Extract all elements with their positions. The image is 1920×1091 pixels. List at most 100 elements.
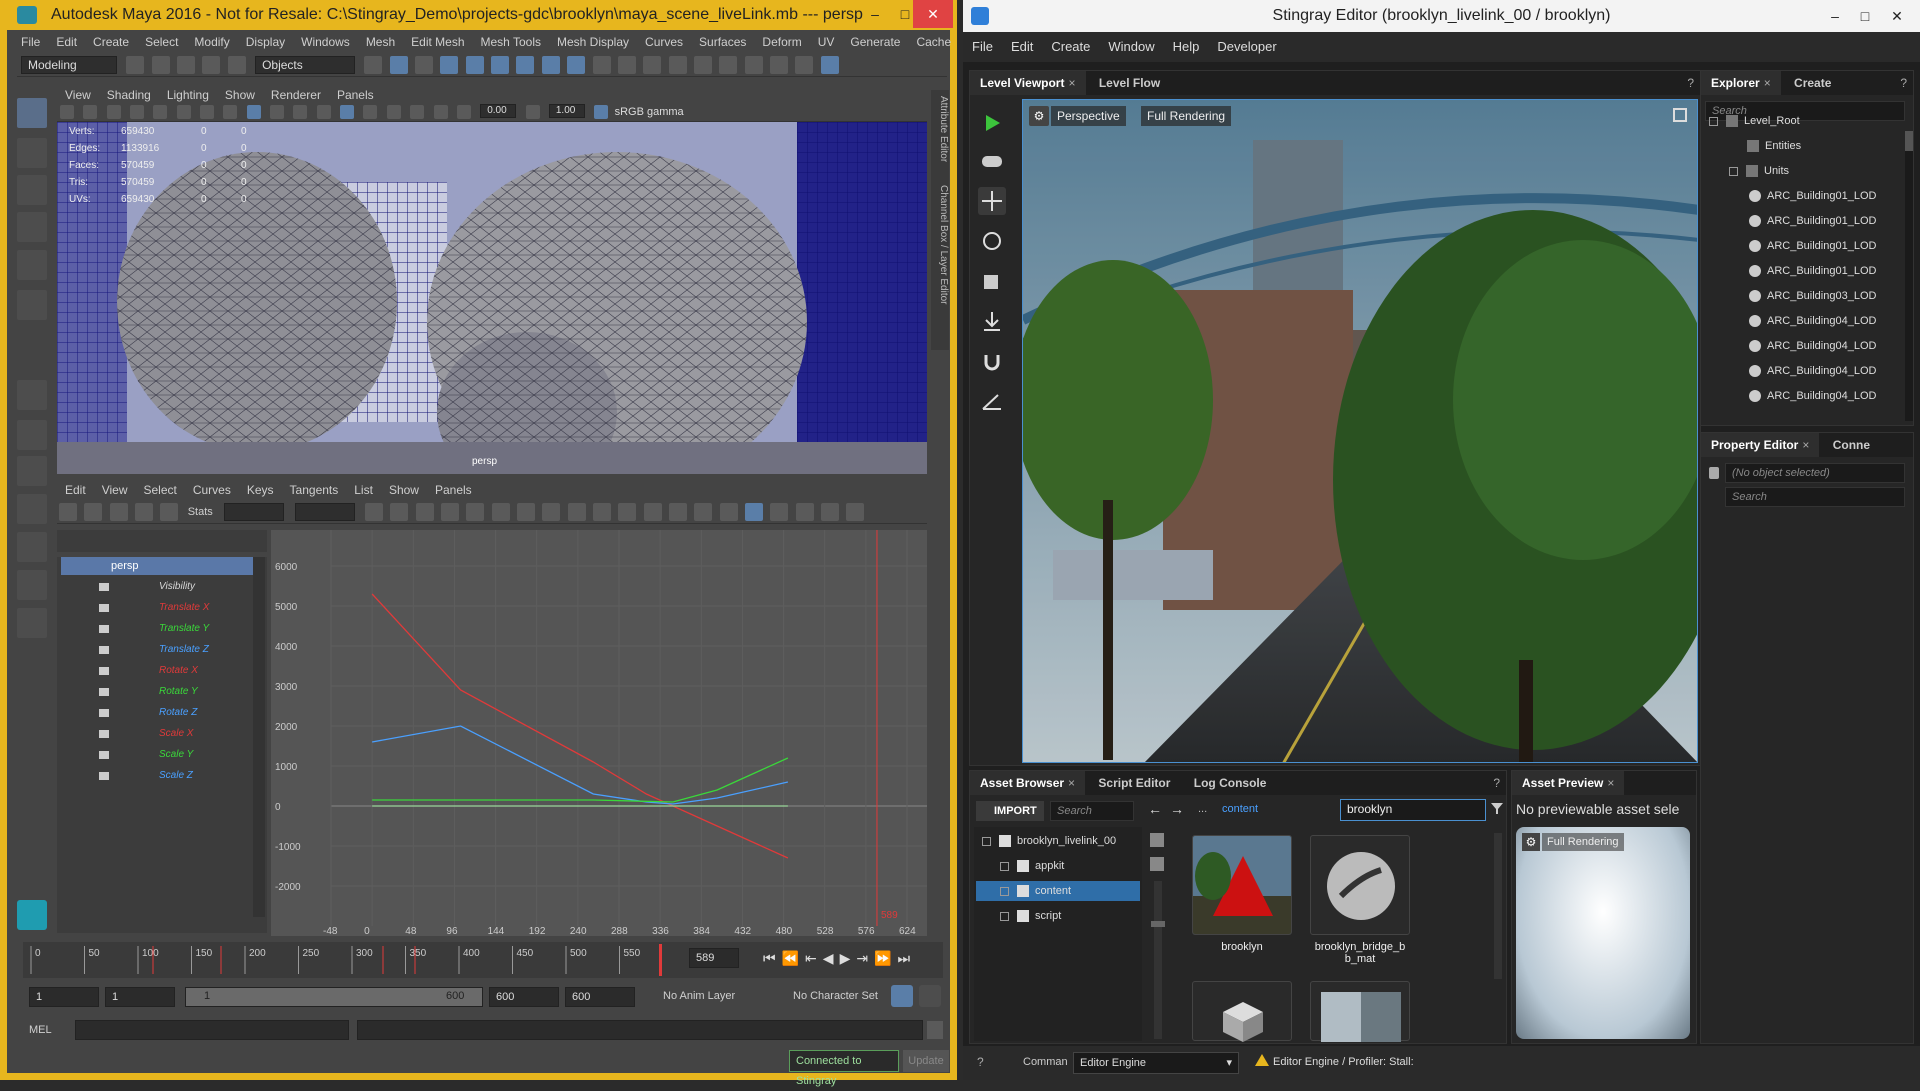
save-scene-icon[interactable] [177,56,196,74]
menu-create[interactable]: Create [85,32,137,52]
channel-box-toggle-icon[interactable] [795,56,814,74]
start-time-field[interactable]: 1 [29,987,99,1007]
unify-tangent-icon[interactable] [668,503,687,521]
menu-file[interactable]: File [13,32,48,52]
region-tool-icon[interactable] [135,503,154,521]
viewport-settings-icon[interactable]: ⚙ [1029,106,1049,126]
go-to-end-icon[interactable]: ⏭ [898,950,917,966]
tree-item[interactable]: ARC_Building04_LOD [1749,311,1876,331]
maya-3d-viewport[interactable]: Verts: 659430 0 0 Edges: 1133916 0 0 Faces: 57045… [57,122,927,474]
snap-down-icon[interactable] [978,307,1006,335]
film-gate-icon[interactable] [176,105,191,119]
tree-item[interactable]: ARC_Building01_LOD [1749,186,1876,206]
graph-menu-edit[interactable]: Edit [57,480,94,500]
menu-select[interactable]: Select [137,32,186,52]
play-icon[interactable] [978,109,1006,137]
asset-thumb-bridge-mat[interactable] [1310,835,1410,935]
time-slider[interactable]: 0 50 100 150 200 250 300 350 400 450 500 550 589 ⏮⏪… [23,942,943,978]
outliner-scrollbar[interactable] [253,557,265,917]
st-minimize-button[interactable]: – [1819,2,1851,30]
new-folder-icon[interactable] [1150,833,1164,847]
gamma-field[interactable]: 1.00 [548,104,585,118]
dope-sheet-icon[interactable] [821,503,840,521]
preview-render-mode[interactable]: Full Rendering [1542,833,1624,851]
graph-menu-show[interactable]: Show [381,480,427,500]
grid-toggle-icon[interactable] [153,105,168,119]
menu-surfaces[interactable]: Surfaces [691,32,754,52]
status-help-icon[interactable]: ? [977,1055,984,1069]
rotate-icon[interactable] [978,227,1006,255]
tree-item[interactable]: Entities [1729,136,1801,156]
menu-edit-mesh[interactable]: Edit Mesh [403,32,472,52]
layout-outliner-icon[interactable] [17,532,47,562]
forward-icon[interactable]: → [1170,801,1184,817]
refresh-icon[interactable] [1150,857,1164,871]
step-forward-key-icon[interactable]: ⏩ [874,950,897,966]
layout-stack-icon[interactable] [17,494,47,524]
attribute-item[interactable]: Translate Z [57,640,253,660]
menu-generate[interactable]: Generate [842,32,908,52]
select-move-icon[interactable] [978,187,1006,215]
attribute-item[interactable]: Translate Y [57,619,253,639]
graph-editor-canvas[interactable]: 6000 5000 4000 3000 2000 1000 0 -1000 -2000 -48 0 4… [271,530,927,936]
step-back-frame-icon[interactable]: ⇤ [805,950,823,966]
level-viewport-canvas[interactable]: ⚙ Perspective Full Rendering [1022,99,1698,763]
graph-menu-tangents[interactable]: Tangents [282,480,347,500]
step-forward-frame-icon[interactable]: ⇥ [856,950,874,966]
minimize-button[interactable]: – [859,0,891,28]
folder-item[interactable]: script [976,906,1140,926]
auto-load-icon[interactable] [744,503,763,521]
attribute-item[interactable]: Rotate Z [57,703,253,723]
snap-curve-icon[interactable] [465,56,484,74]
resolution-gate-icon[interactable] [200,105,215,119]
scale-tool-icon[interactable] [17,290,47,320]
layout-side-icon[interactable] [17,456,47,486]
buffer-curve-icon[interactable] [618,503,637,521]
expand-toggle-icon[interactable] [1729,166,1738,176]
maya-home-icon[interactable] [17,900,47,930]
channel-box-tab[interactable]: Channel Box / Layer Editor [938,185,949,305]
explorer-scrollbar[interactable] [1905,131,1913,421]
menu-mesh[interactable]: Mesh [358,32,403,52]
graph-menu-keys[interactable]: Keys [239,480,282,500]
undo-icon[interactable] [202,56,221,74]
time-snap-icon[interactable] [770,503,789,521]
lock-weight-icon[interactable] [719,503,738,521]
lock-icon[interactable] [617,56,636,74]
image-plane-icon[interactable] [130,105,145,119]
tree-item[interactable]: Units [1729,161,1789,181]
menu-cache[interactable]: Cache [908,32,959,52]
gamma-icon[interactable] [525,105,540,119]
explorer-help-icon[interactable]: ? [1900,71,1907,95]
gamepad-icon[interactable] [978,147,1006,175]
tab-explorer[interactable]: Explorer × [1701,71,1781,95]
ambient-occlusion-icon[interactable] [386,105,401,119]
menu-mesh-tools[interactable]: Mesh Tools [473,32,549,52]
menu-modify[interactable]: Modify [186,32,237,52]
shadows-icon[interactable] [363,105,378,119]
back-icon[interactable]: ← [1148,801,1162,817]
exposure-icon[interactable] [456,105,471,119]
clamped-tangent-icon[interactable] [491,503,510,521]
tree-item[interactable]: ARC_Building03_LOD [1749,286,1876,306]
command-target-dropdown[interactable]: Editor Engine ▾ [1073,1052,1239,1074]
paint-select-icon[interactable] [17,175,47,205]
tree-item[interactable]: ARC_Building04_LOD [1749,361,1876,381]
use-lights-icon[interactable] [340,105,355,119]
step-back-key-icon[interactable]: ⏪ [782,950,805,966]
value-snap-icon[interactable] [795,503,814,521]
graph-menu-list[interactable]: List [346,480,381,500]
asset-help-icon[interactable]: ? [1493,771,1500,795]
st-menu-edit[interactable]: Edit [1002,32,1042,62]
move-key-icon[interactable] [59,503,77,521]
layout-four-icon[interactable] [17,420,47,450]
attribute-editor-toggle-icon[interactable] [820,56,839,74]
snap-point-icon[interactable] [491,56,510,74]
asset-thumb-unit[interactable] [1192,981,1292,1042]
auto-tangent-icon[interactable] [440,503,459,521]
attribute-item[interactable]: Translate X [57,598,253,618]
menu-curves[interactable]: Curves [637,32,691,52]
attribute-editor-tab[interactable]: Attribute Editor [938,96,949,162]
selection-mask-dropdown[interactable]: Objects [255,56,356,74]
layout-graph-icon[interactable] [17,570,47,600]
